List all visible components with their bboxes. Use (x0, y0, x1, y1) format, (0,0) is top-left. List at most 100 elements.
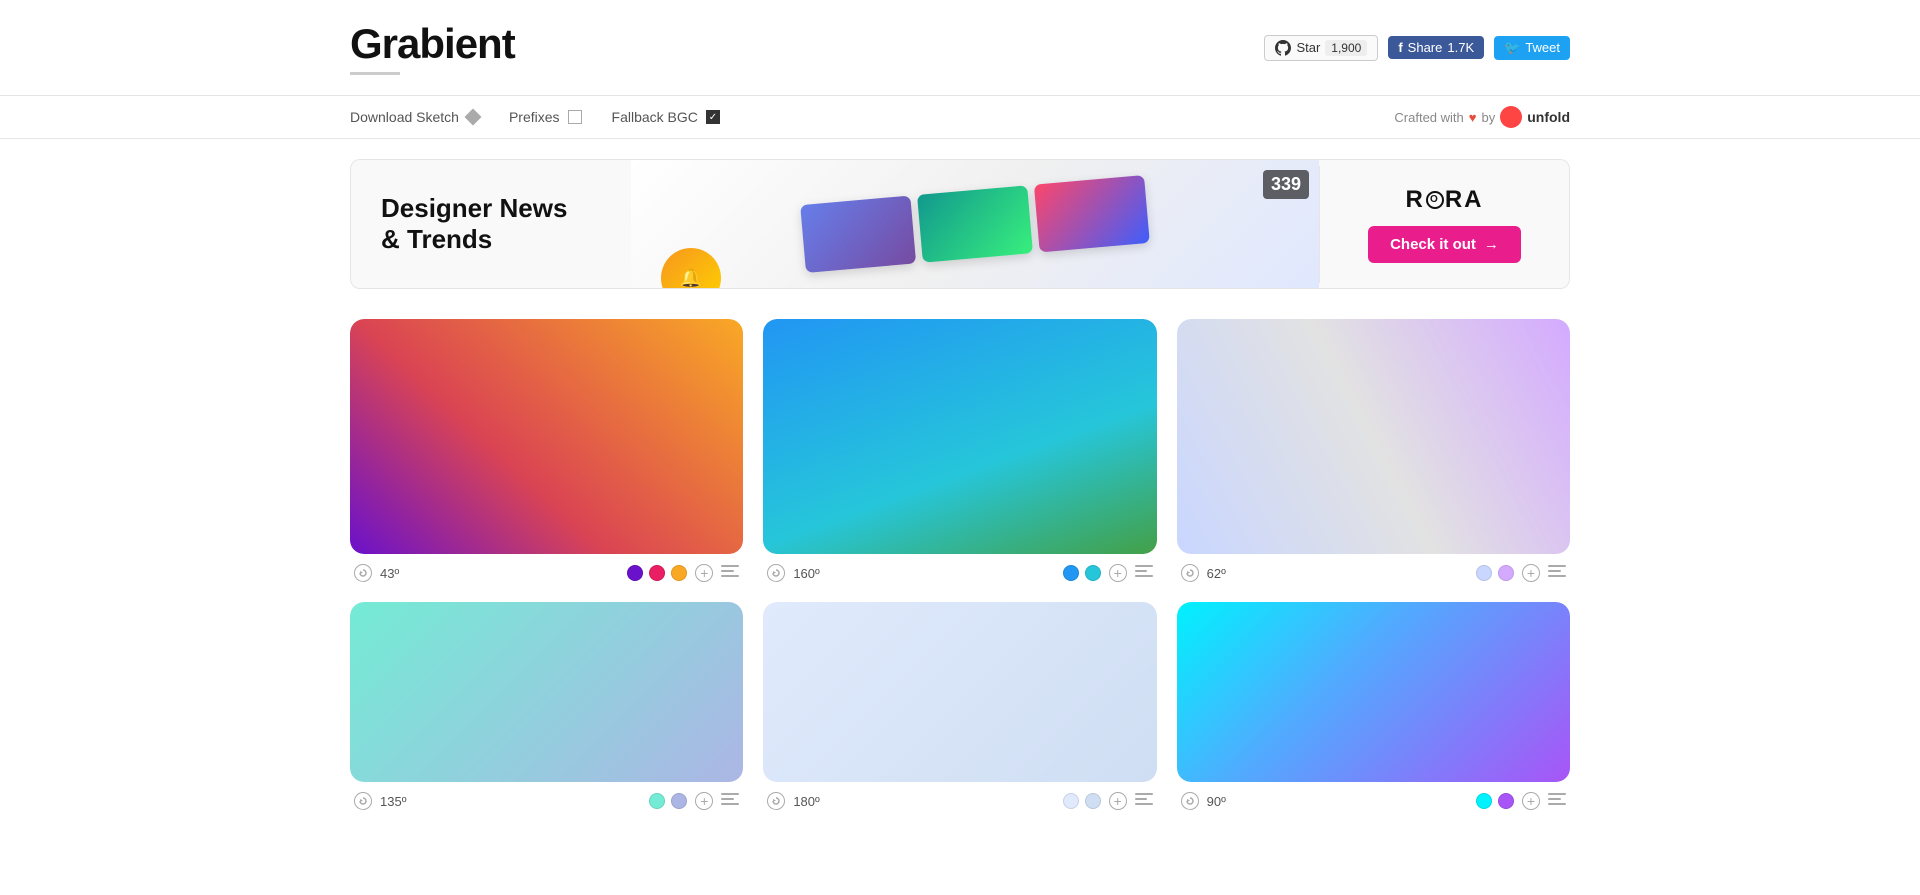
facebook-icon: f (1398, 40, 1402, 55)
sliders-icon-5[interactable] (1135, 793, 1153, 809)
color-dot-5b[interactable] (1085, 793, 1101, 809)
add-color-button-3[interactable]: + (1522, 564, 1540, 582)
by-text: by (1482, 110, 1496, 125)
sliders-icon-6[interactable] (1548, 793, 1566, 809)
header-actions: Star 1,900 f Share 1.7K 🐦 Tweet (1264, 35, 1570, 61)
github-star-count: 1,900 (1325, 40, 1367, 56)
gradient-controls-4: 135º + (350, 792, 743, 810)
color-dots-3 (1476, 565, 1514, 581)
add-color-button-5[interactable]: + (1109, 792, 1127, 810)
sliders-icon-2[interactable] (1135, 565, 1153, 581)
gradient-card-3: 62º + (1177, 319, 1570, 582)
crafted-with-text: Crafted with (1394, 110, 1463, 125)
rotate-icon-2 (771, 568, 781, 578)
angle-value-5: 180º (793, 794, 819, 809)
gradient-card-1: 43º + (350, 319, 743, 582)
twitter-tweet-label: Tweet (1525, 40, 1560, 55)
rotate-icon-3 (1185, 568, 1195, 578)
download-sketch-label: Download Sketch (350, 109, 459, 125)
diamond-icon (464, 109, 481, 126)
color-dot-2b[interactable] (1085, 565, 1101, 581)
download-sketch-item[interactable]: Download Sketch (350, 109, 479, 125)
color-dot-6a[interactable] (1476, 793, 1492, 809)
color-dots-6 (1476, 793, 1514, 809)
facebook-share-count: 1.7K (1447, 40, 1474, 55)
gradient-swatch-3[interactable] (1177, 319, 1570, 554)
color-dot-5a[interactable] (1063, 793, 1079, 809)
prefixes-checkbox[interactable] (568, 110, 582, 124)
angle-value-3: 62º (1207, 566, 1226, 581)
add-color-button-1[interactable]: + (695, 564, 713, 582)
gradient-card-5: 180º + (763, 602, 1156, 810)
color-dot-1b[interactable] (649, 565, 665, 581)
unfold-logo[interactable]: unfold (1500, 106, 1570, 128)
sliders-icon-4[interactable] (721, 793, 739, 809)
angle-icon-5 (767, 792, 785, 810)
rora-logo: RORA (1405, 186, 1483, 214)
sliders-icon-1[interactable] (721, 565, 739, 581)
angle-icon-2 (767, 564, 785, 582)
color-dot-4a[interactable] (649, 793, 665, 809)
crafted-by: Crafted with ♥ by unfold (1394, 106, 1570, 128)
gradient-swatch-2[interactable] (763, 319, 1156, 554)
color-dots-5 (1063, 793, 1101, 809)
mini-card-1 (800, 196, 916, 273)
color-dot-4b[interactable] (671, 793, 687, 809)
fallback-bgc-item[interactable]: Fallback BGC ✓ (612, 109, 720, 125)
angle-value-2: 160º (793, 566, 819, 581)
github-star-label: Star (1296, 40, 1320, 55)
twitter-icon: 🐦 (1504, 40, 1520, 56)
designer-news-banner: Designer News & Trends 🔔 339 RORA Check … (350, 159, 1570, 289)
color-dots-4 (649, 793, 687, 809)
notification-circle-icon: 🔔 (661, 248, 721, 288)
add-color-button-2[interactable]: + (1109, 564, 1127, 582)
gradient-card-4: 135º + (350, 602, 743, 810)
add-color-button-6[interactable]: + (1522, 792, 1540, 810)
color-dot-1c[interactable] (671, 565, 687, 581)
facebook-share-button[interactable]: f Share 1.7K (1388, 36, 1484, 59)
gradient-swatch-4[interactable] (350, 602, 743, 782)
heart-icon: ♥ (1469, 110, 1477, 125)
gradient-card-6: 90º + (1177, 602, 1570, 810)
rotate-icon-5 (771, 796, 781, 806)
angle-icon-4 (354, 792, 372, 810)
fallback-bgc-checkbox[interactable]: ✓ (706, 110, 720, 124)
add-color-button-4[interactable]: + (695, 792, 713, 810)
angle-icon-3 (1181, 564, 1199, 582)
twitter-tweet-button[interactable]: 🐦 Tweet (1494, 36, 1570, 60)
rotate-icon-4 (358, 796, 368, 806)
gradient-grid: 43º + (350, 319, 1570, 810)
prefixes-item[interactable]: Prefixes (509, 109, 582, 125)
color-dots-1 (627, 565, 687, 581)
angle-icon-6 (1181, 792, 1199, 810)
unfold-dot-icon (1500, 106, 1522, 128)
gradient-controls-2: 160º + (763, 564, 1156, 582)
color-dot-2a[interactable] (1063, 565, 1079, 581)
banner-text: Designer News & Trends (351, 168, 631, 280)
mini-card-2 (917, 185, 1033, 262)
gradient-swatch-1[interactable] (350, 319, 743, 554)
gradient-controls-3: 62º + (1177, 564, 1570, 582)
color-dot-6b[interactable] (1498, 793, 1514, 809)
gradient-swatch-6[interactable] (1177, 602, 1570, 782)
sliders-icon-3[interactable] (1548, 565, 1566, 581)
color-dot-3b[interactable] (1498, 565, 1514, 581)
gradient-controls-5: 180º + (763, 792, 1156, 810)
fallback-bgc-label: Fallback BGC (612, 109, 698, 125)
check-it-out-button[interactable]: Check it out → (1368, 226, 1521, 263)
arrow-right-icon: → (1484, 236, 1499, 253)
color-dot-3a[interactable] (1476, 565, 1492, 581)
github-star-button[interactable]: Star 1,900 (1264, 35, 1378, 61)
gradient-controls-1: 43º + (350, 564, 743, 582)
banner-cards (800, 175, 1150, 273)
color-dot-1a[interactable] (627, 565, 643, 581)
rora-circle-o: O (1426, 191, 1444, 209)
facebook-share-label: Share (1408, 40, 1443, 55)
toolbar: Download Sketch Prefixes Fallback BGC ✓ … (0, 95, 1920, 139)
main-content: Designer News & Trends 🔔 339 RORA Check … (0, 139, 1920, 830)
logo: Grabient (350, 20, 515, 75)
gradient-controls-6: 90º + (1177, 792, 1570, 810)
rotate-icon-6 (1185, 796, 1195, 806)
angle-icon-1 (354, 564, 372, 582)
gradient-swatch-5[interactable] (763, 602, 1156, 782)
